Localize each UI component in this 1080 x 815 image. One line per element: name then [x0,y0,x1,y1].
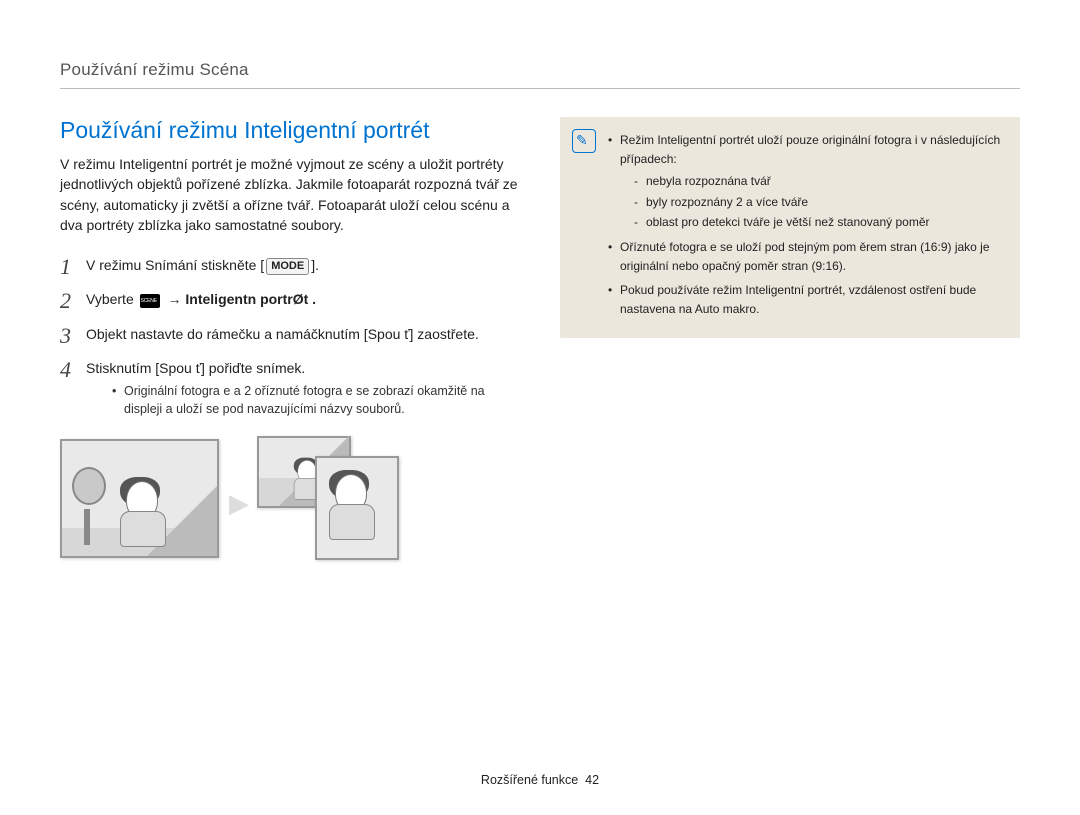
footer-section-label: Rozšířené funkce [481,773,578,787]
scene-mode-icon [140,294,160,308]
original-photo-thumbnail [60,439,219,558]
step-number: 3 [60,324,86,348]
page-footer: Rozšířené funkce 42 [0,773,1080,787]
sub-bullet: Originální fotogra e a 2 oříznuté fotogr… [112,382,520,418]
note-dash-item: oblast pro detekci tváře je větší než st… [634,213,1004,232]
steps-list: 1 V režimu Snímání stiskněte [MODE]. 2 V… [60,255,520,418]
right-column: Režim Inteligentní portrét uloží pouze o… [560,117,1020,561]
step-text: Stisknutím [Spou ť] pořiďte snímek. [86,360,305,376]
note-bullet: Pokud používáte režim Inteligentní portr… [608,281,1004,318]
note-text: Režim Inteligentní portrét uloží pouze o… [620,133,1000,166]
cropped-photos-group [257,436,417,561]
arrow-text: → [164,291,186,307]
step-body: Vyberte → Inteligentn portrØt . [86,289,316,309]
note-bullet: Oříznuté fotogra e se uloží pod stejným … [608,238,1004,275]
step-number: 1 [60,255,86,279]
step-number: 2 [60,289,86,313]
cropped-photo-thumbnail-2 [315,456,399,560]
section-title: Používání režimu Inteligentní portrét [60,117,520,144]
mode-button-label: MODE [266,258,309,274]
content-columns: Používání režimu Inteligentní portrét V … [60,117,1020,561]
note-bullet: Režim Inteligentní portrét uloží pouze o… [608,131,1004,232]
footer-page-number: 42 [585,773,599,787]
breadcrumb: Používání režimu Scéna [60,60,1020,89]
note-box: Režim Inteligentní portrét uloží pouze o… [560,117,1020,338]
step-sub-bullets: Originální fotogra e a 2 oříznuté fotogr… [86,382,520,418]
note-dash-item: nebyla rozpoznána tvář [634,172,1004,191]
note-icon [572,129,596,153]
note-dash-item: byly rozpoznány 2 a více tváře [634,193,1004,212]
step-body: Stisknutím [Spou ť] pořiďte snímek. Orig… [86,358,520,419]
note-dash-list: nebyla rozpoznána tvář byly rozpoznány 2… [620,172,1004,232]
step-4: 4 Stisknutím [Spou ť] pořiďte snímek. Or… [60,358,520,419]
step-1: 1 V režimu Snímání stiskněte [MODE]. [60,255,520,279]
step-number: 4 [60,358,86,382]
step-body: Objekt nastavte do rámečku a namáčknutím… [86,324,479,344]
illustration-row [60,436,520,561]
manual-page: Používání režimu Scéna Používání režimu … [0,0,1080,815]
step-body: V režimu Snímání stiskněte [MODE]. [86,255,319,275]
step-bold-text: Inteligentn portrØt . [185,291,316,307]
step-text: Vyberte [86,291,138,307]
left-column: Používání režimu Inteligentní portrét V … [60,117,520,561]
step-text: ]. [311,257,319,273]
step-2: 2 Vyberte → Inteligentn portrØt . [60,289,520,313]
intro-paragraph: V režimu Inteligentní portrét je možné v… [60,154,520,235]
note-bullets: Režim Inteligentní portrét uloží pouze o… [608,131,1004,318]
step-3: 3 Objekt nastavte do rámečku a namáčknut… [60,324,520,348]
step-text: V režimu Snímání stiskněte [ [86,257,264,273]
